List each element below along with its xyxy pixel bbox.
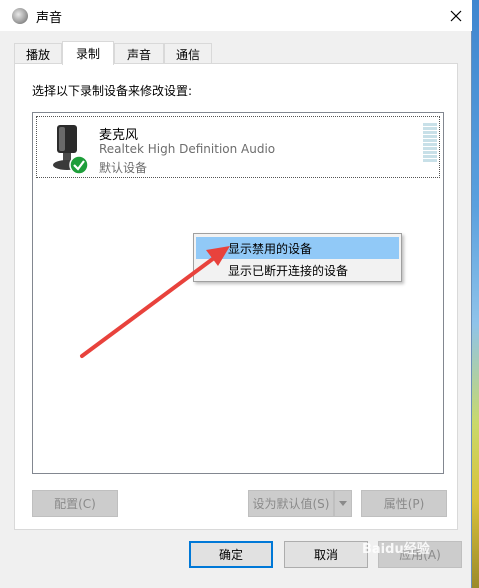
- menu-item-show-disabled[interactable]: 显示禁用的设备: [196, 237, 399, 259]
- device-name: 麦克风: [99, 128, 139, 143]
- window-title: 声音: [36, 11, 63, 26]
- device-list[interactable]: 麦克风 Realtek High Definition Audio 默认设备: [32, 112, 444, 474]
- watermark: Baidu经验: [362, 542, 430, 557]
- chevron-down-icon: [339, 501, 347, 506]
- tab-recording[interactable]: 录制: [62, 41, 114, 65]
- close-button[interactable]: [440, 0, 472, 31]
- sound-dialog: 声音 播放 录制 声音 通信 选择以下录制设备来修改设置: 麦克风 Realte…: [0, 0, 472, 588]
- set-default-button[interactable]: 设为默认值(S): [248, 490, 334, 517]
- tab-communications[interactable]: 通信: [164, 43, 212, 64]
- microphone-icon: [53, 125, 89, 175]
- instruction-label: 选择以下录制设备来修改设置:: [32, 84, 193, 98]
- menu-item-show-disconnected[interactable]: 显示已断开连接的设备: [196, 259, 399, 281]
- tab-sounds[interactable]: 声音: [114, 43, 164, 64]
- cancel-button[interactable]: 取消: [284, 541, 368, 568]
- context-menu: 显示禁用的设备 显示已断开连接的设备: [193, 233, 402, 282]
- speaker-icon: [12, 8, 28, 24]
- device-driver: Realtek High Definition Audio: [99, 142, 276, 156]
- recording-panel: 选择以下录制设备来修改设置: 麦克风 Realtek High Definiti…: [14, 63, 458, 530]
- tab-playback[interactable]: 播放: [14, 43, 62, 64]
- close-icon: [450, 10, 462, 21]
- title-bar: 声音: [0, 0, 472, 31]
- ok-button[interactable]: 确定: [189, 541, 273, 568]
- set-default-dropdown[interactable]: [334, 490, 352, 517]
- level-meter: [423, 123, 437, 163]
- default-check-icon: [69, 155, 89, 175]
- configure-button[interactable]: 配置(C): [32, 490, 118, 517]
- properties-button[interactable]: 属性(P): [361, 490, 447, 517]
- list-item[interactable]: 麦克风 Realtek High Definition Audio 默认设备: [36, 116, 440, 178]
- device-status: 默认设备: [99, 161, 148, 175]
